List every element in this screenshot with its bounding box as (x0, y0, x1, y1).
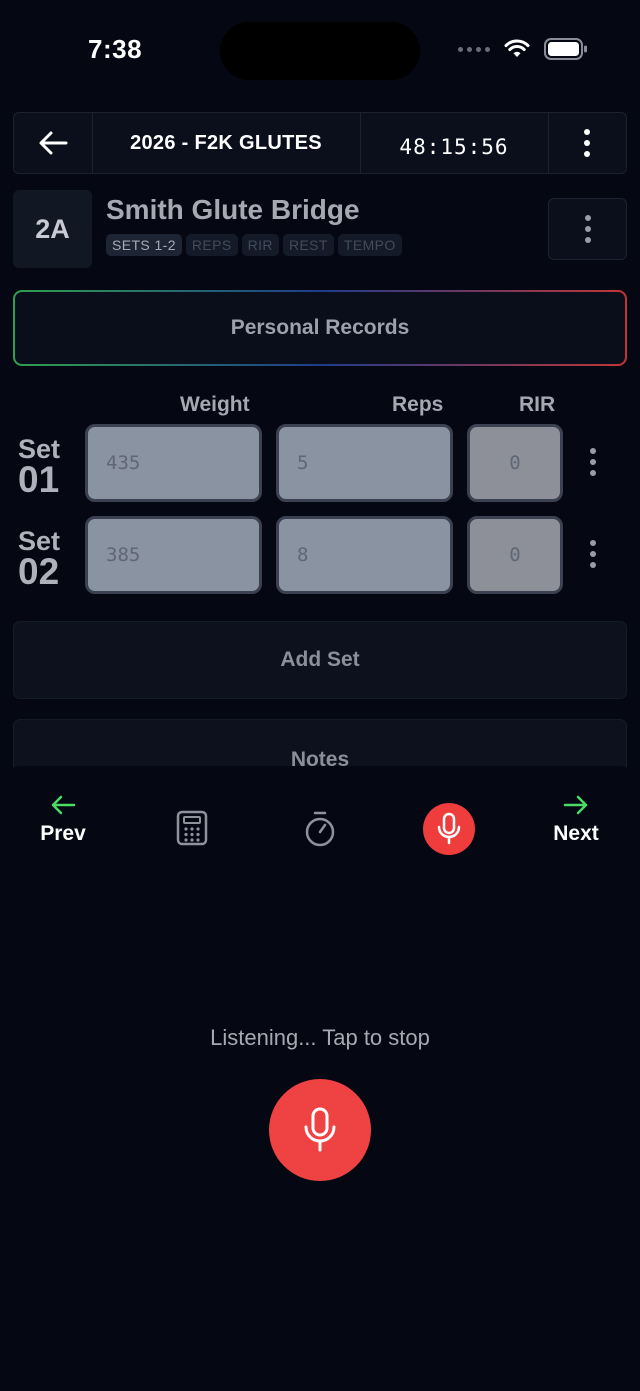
add-set-button[interactable]: Add Set (13, 621, 627, 699)
workout-title-cell[interactable]: 2026 - F2K GLUTES (92, 113, 360, 173)
exercise-tags: SETS 1-2 REPS RIR REST TEMPO (106, 234, 402, 256)
rir-placeholder: 0 (509, 452, 521, 474)
tag-reps: REPS (185, 234, 238, 256)
personal-records-button[interactable]: Personal Records (13, 290, 627, 366)
tag-tempo: TEMPO (337, 234, 402, 256)
set-menu-button[interactable] (590, 540, 596, 568)
arrow-left-icon (51, 795, 76, 815)
set-number: 01 (18, 459, 60, 500)
status-time: 7:38 (88, 34, 143, 64)
column-rir: RIR (519, 393, 556, 416)
stopwatch-button[interactable] (303, 810, 337, 853)
status-icons (458, 38, 588, 60)
next-button[interactable]: Next (550, 794, 602, 846)
stop-listening-button[interactable] (269, 1079, 371, 1181)
signal-icon (458, 46, 490, 52)
voice-toggle-button[interactable] (423, 803, 475, 855)
column-weight: Weight (180, 393, 250, 416)
rir-input[interactable]: 0 (467, 516, 563, 594)
battery-icon (544, 38, 587, 60)
back-button[interactable] (14, 113, 92, 173)
set-label: Set 01 (18, 436, 60, 500)
more-vertical-icon (584, 215, 591, 243)
exercise-title: Smith Glute Bridge (106, 194, 360, 225)
next-label: Next (553, 822, 599, 845)
tag-rir: RIR (241, 234, 279, 256)
prev-button[interactable]: Prev (38, 794, 88, 846)
exercise-menu-button[interactable] (548, 198, 627, 260)
rir-input[interactable]: 0 (467, 424, 563, 502)
more-vertical-icon (584, 129, 590, 157)
weight-input[interactable]: 385 (85, 516, 262, 594)
reps-placeholder: 8 (297, 544, 309, 566)
arrow-left-icon (39, 131, 68, 155)
exercise-badge: 2A (13, 190, 92, 268)
wifi-icon (504, 39, 530, 57)
weight-placeholder: 385 (106, 544, 141, 566)
reps-placeholder: 5 (297, 452, 309, 474)
set-label: Set 02 (18, 528, 60, 592)
calculator-button[interactable] (176, 810, 208, 851)
stopwatch-icon (305, 811, 335, 847)
reps-input[interactable]: 8 (276, 516, 453, 594)
timer-cell[interactable]: 48:15:56 (360, 113, 548, 173)
weight-input[interactable]: 435 (85, 424, 262, 502)
rir-placeholder: 0 (509, 544, 521, 566)
calculator-icon (176, 810, 208, 846)
tag-sets: SETS 1-2 (106, 234, 182, 256)
set-number: 02 (18, 551, 60, 592)
weight-placeholder: 435 (106, 452, 141, 474)
set-menu-button[interactable] (590, 448, 596, 476)
dynamic-island (220, 22, 420, 80)
microphone-icon (437, 812, 461, 845)
tag-rest: REST (282, 234, 334, 256)
reps-input[interactable]: 5 (276, 424, 453, 502)
prev-label: Prev (40, 822, 86, 845)
arrow-right-icon (563, 795, 588, 815)
workout-title: 2026 - F2K GLUTES (130, 131, 322, 154)
listening-status: Listening... Tap to stop (210, 1025, 430, 1050)
workout-header: 2026 - F2K GLUTES 48:15:56 (13, 112, 627, 174)
microphone-icon (304, 1107, 336, 1152)
workout-timer: 48:15:56 (399, 135, 509, 159)
column-reps: Reps (392, 393, 444, 416)
header-menu-button[interactable] (548, 113, 626, 173)
personal-records-label: Personal Records (15, 292, 625, 364)
